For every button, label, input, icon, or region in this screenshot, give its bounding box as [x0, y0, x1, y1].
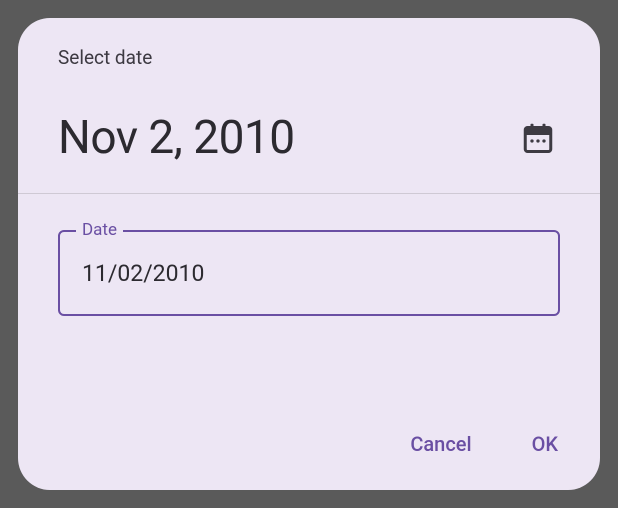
display-date-row: Nov 2, 2010: [18, 69, 600, 193]
ok-button[interactable]: OK: [520, 422, 570, 466]
date-picker-dialog: Select date Nov 2, 2010 Date Cancel OK: [18, 18, 600, 490]
cancel-button[interactable]: Cancel: [398, 422, 483, 466]
date-input-label: Date: [76, 220, 123, 240]
input-area: Date: [18, 194, 600, 316]
date-input[interactable]: [82, 260, 536, 287]
selected-date-display: Nov 2, 2010: [58, 111, 295, 165]
calendar-toggle-button[interactable]: [516, 116, 560, 160]
calendar-icon: [520, 120, 556, 156]
dialog-header: Select date: [18, 18, 600, 69]
dialog-title: Select date: [58, 46, 560, 69]
date-input-wrapper[interactable]: Date: [58, 230, 560, 316]
dialog-actions: Cancel OK: [398, 422, 570, 466]
